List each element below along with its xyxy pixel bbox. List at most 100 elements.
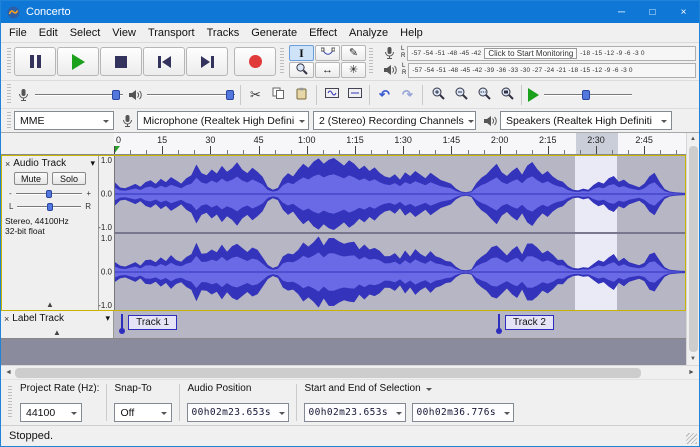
pause-button[interactable] [14, 47, 56, 76]
zoom-in-button[interactable] [426, 84, 449, 105]
cut-button[interactable]: ✂ [244, 84, 267, 105]
draw-tool-button[interactable]: ✎ [341, 45, 366, 61]
dropdown-arrow-icon[interactable] [504, 411, 511, 418]
skip-to-end-button[interactable] [186, 47, 228, 76]
playback-meter[interactable]: -57 -54 -51 -48 -45 -42 -39 -36 -33 -30 … [408, 62, 696, 78]
trim-audio-button[interactable] [320, 84, 343, 105]
menu-item-file[interactable]: File [3, 25, 33, 41]
slider-thumb[interactable] [46, 189, 53, 198]
recording-meter[interactable]: -57 -54 -51 -48 -45 -42 Click to Start M… [407, 45, 696, 61]
menu-item-generate[interactable]: Generate [245, 25, 303, 41]
monitoring-hint[interactable]: Click to Start Monitoring [484, 47, 578, 59]
solo-button[interactable]: Solo [52, 172, 86, 185]
close-button[interactable]: × [668, 1, 699, 23]
toolbar-grip[interactable] [7, 48, 11, 75]
slider-thumb[interactable] [46, 202, 53, 211]
toolbar-grip[interactable] [8, 386, 12, 419]
scroll-left-icon[interactable]: ◄ [2, 369, 15, 376]
vertical-scale-ruler[interactable]: 1.0 0.0 -1.0 1.0 0.0 -1.0 [98, 156, 115, 310]
multi-tool-button[interactable]: ✳ [341, 62, 366, 78]
slider-thumb[interactable] [112, 89, 121, 100]
audio-position-field[interactable]: 00h02m23.653s [187, 403, 290, 422]
toolbar-grip[interactable] [369, 48, 373, 75]
timeline-ruler[interactable]: 0 15 30 45 1:00 1:15 1:30 1:45 2:00 2:15 2:30 2:45 [1, 133, 686, 155]
track-collapse-icon[interactable]: ▲ [1, 328, 113, 338]
dropdown-arrow-icon[interactable] [396, 411, 403, 418]
label-marker[interactable] [496, 314, 502, 334]
waveform-area[interactable] [115, 156, 685, 310]
recording-volume-slider[interactable] [33, 88, 125, 102]
selection-end-field[interactable]: 00h02m36.776s [412, 403, 515, 422]
slider-thumb[interactable] [225, 89, 234, 100]
dropdown-arrow-icon[interactable] [279, 411, 286, 418]
record-button[interactable] [234, 47, 276, 76]
timeline-scale[interactable]: 0 15 30 45 1:00 1:15 1:30 1:45 2:00 2:15 2:30 2:45 [114, 133, 686, 154]
pan-slider[interactable] [16, 202, 82, 212]
selection-start-field[interactable]: 00h02m23.653s [304, 403, 407, 422]
fit-selection-button[interactable] [472, 84, 495, 105]
menu-item-transport[interactable]: Transport [142, 25, 201, 41]
play-at-speed-button[interactable] [528, 87, 539, 102]
undo-button[interactable]: ↶ [373, 84, 396, 105]
track-title[interactable]: Audio Track [13, 158, 66, 169]
silence-audio-button[interactable] [343, 84, 366, 105]
scroll-up-icon[interactable]: ▲ [690, 133, 696, 145]
menu-item-analyze[interactable]: Analyze [343, 25, 394, 41]
menu-item-select[interactable]: Select [64, 25, 107, 41]
horizontal-scroll-thumb[interactable] [15, 367, 642, 378]
waveform-right-channel[interactable] [115, 234, 685, 310]
mute-button[interactable]: Mute [14, 172, 48, 185]
minimize-button[interactable]: ─ [606, 1, 637, 23]
play-button[interactable] [57, 47, 99, 76]
waveform-svg-1[interactable] [115, 234, 685, 310]
label-marker[interactable] [119, 314, 126, 334]
stop-button[interactable] [100, 47, 142, 76]
playback-device-select[interactable]: Speakers (Realtek High Definiti [500, 111, 672, 130]
copy-button[interactable] [267, 84, 290, 105]
scroll-down-icon[interactable]: ▼ [690, 353, 696, 365]
timeshift-tool-button[interactable]: ↔ [315, 62, 340, 78]
resize-grip[interactable] [686, 433, 697, 444]
zoom-out-button[interactable] [449, 84, 472, 105]
redo-button[interactable]: ↷ [396, 84, 419, 105]
menu-item-view[interactable]: View [106, 25, 142, 41]
horizontal-scrollbar[interactable]: ◄ ► [1, 365, 699, 379]
label-text[interactable]: Track 2 [505, 315, 554, 330]
vertical-scrollbar[interactable]: ▲ ▼ [686, 133, 699, 365]
maximize-button[interactable]: □ [637, 1, 668, 23]
fit-project-button[interactable] [495, 84, 518, 105]
project-rate-select[interactable]: 44100 [20, 403, 82, 422]
paste-button[interactable] [290, 84, 313, 105]
waveform-left-channel[interactable] [115, 156, 685, 232]
recording-channels-select[interactable]: 2 (Stereo) Recording Channels [313, 111, 476, 130]
toolbar-grip[interactable] [280, 48, 284, 75]
track-menu-arrow-icon[interactable]: ▾ [105, 313, 110, 324]
menu-item-edit[interactable]: Edit [33, 25, 64, 41]
track-collapse-icon[interactable]: ▲ [2, 300, 98, 310]
envelope-tool-button[interactable] [315, 45, 340, 61]
track-close-button[interactable]: × [4, 314, 9, 324]
menu-item-effect[interactable]: Effect [303, 25, 343, 41]
snap-to-select[interactable]: Off [114, 403, 173, 422]
selection-mode-arrow-icon[interactable] [425, 387, 432, 394]
scroll-right-icon[interactable]: ► [685, 369, 698, 376]
vertical-scroll-thumb[interactable] [688, 146, 698, 352]
audio-host-select[interactable]: MME [14, 111, 114, 130]
toolbar-grip[interactable] [7, 84, 11, 105]
skip-to-start-button[interactable] [143, 47, 185, 76]
gain-slider[interactable] [15, 189, 84, 199]
play-speed-slider[interactable] [542, 88, 634, 102]
track-title[interactable]: Label Track [12, 313, 64, 324]
label-lane[interactable]: Track 1 Track 2 [114, 311, 686, 338]
toolbar-grip[interactable] [7, 112, 11, 129]
track-menu-arrow-icon[interactable]: ▾ [90, 158, 95, 169]
recording-device-select[interactable]: Microphone (Realtek High Defini [137, 111, 309, 130]
label-text[interactable]: Track 1 [128, 315, 178, 330]
menu-item-help[interactable]: Help [394, 25, 429, 41]
waveform-svg-0[interactable] [115, 156, 685, 232]
playback-volume-slider[interactable] [145, 88, 237, 102]
slider-thumb[interactable] [582, 89, 591, 100]
selection-tool-button[interactable]: I [289, 45, 314, 61]
zoom-tool-button[interactable] [289, 62, 314, 78]
track-close-button[interactable]: × [5, 159, 10, 169]
